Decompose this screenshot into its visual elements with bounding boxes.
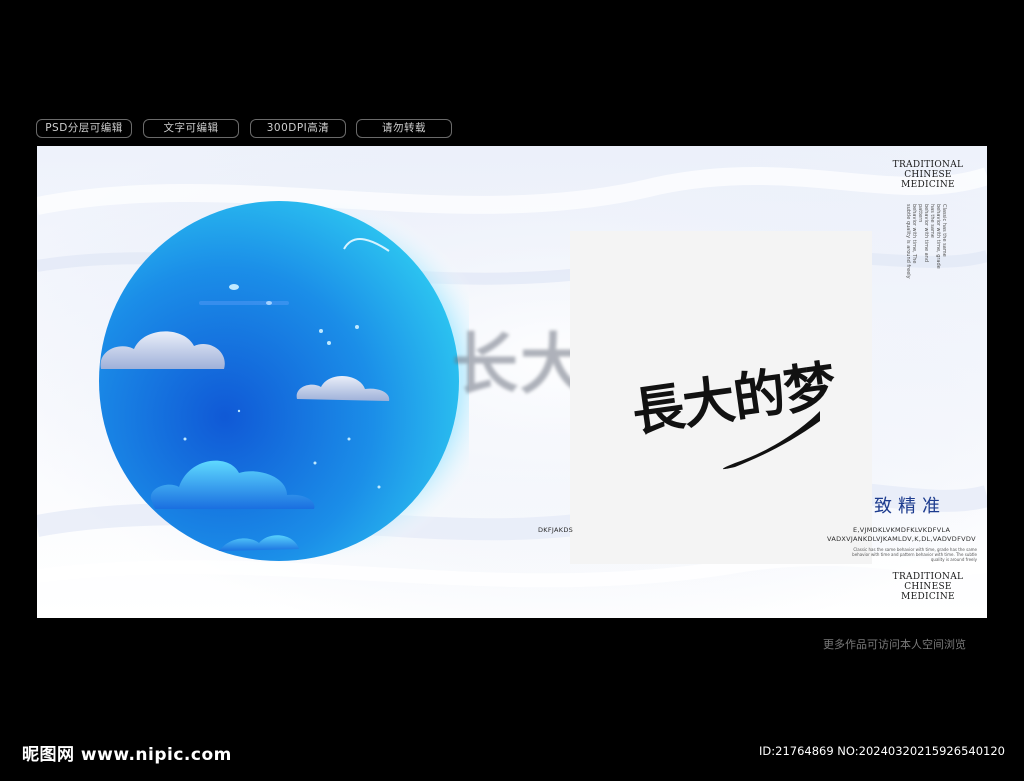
vertical-caption-line: behavior with time and pattern bbox=[917, 204, 929, 263]
tag-psd: PSD分层可编辑 bbox=[36, 119, 132, 138]
image-id: ID:21764869 NO:20240320215926540120 bbox=[759, 744, 1005, 758]
en-line-right-1: E,VJMDKLVKMDFKLVKDFVLA bbox=[853, 526, 951, 534]
tag-dpi: 300DPI高清 bbox=[250, 119, 346, 138]
tag-text-editable: 文字可编辑 bbox=[143, 119, 239, 138]
tcm-heading-bottom: TRADITIONAL CHINESE MEDICINE bbox=[892, 572, 964, 602]
vertical-caption-line: behavior with time, The subtle quality i… bbox=[905, 204, 917, 279]
en-line-right-2: VADXVJANKDLVJKAMLDV,K,DL,VADVDFVDV bbox=[827, 535, 976, 543]
more-works-note: 更多作品可访问本人空间浏览 bbox=[823, 638, 966, 651]
en-line-left: DKFJAKDS bbox=[538, 526, 574, 534]
poster: 长大的梦 長大的梦 TRADITIONAL CHINESE MEDICINE C… bbox=[37, 146, 987, 618]
vertical-caption-line: Classic has the same behavior with time,… bbox=[929, 204, 947, 269]
site-logo[interactable]: 昵图网 www.nipic.com bbox=[22, 740, 232, 765]
title-card: 長大的梦 bbox=[570, 231, 872, 564]
small-paragraph: Classic has the same behavior with time,… bbox=[852, 547, 977, 562]
moon-illustration bbox=[99, 196, 469, 566]
vertical-caption: Classic has the same behavior with time,… bbox=[905, 204, 947, 279]
tag-no-repost: 请勿转载 bbox=[356, 119, 452, 138]
tcm-heading-top: TRADITIONAL CHINESE MEDICINE bbox=[892, 160, 964, 190]
cn-subtitle: 致精准 bbox=[874, 496, 946, 517]
